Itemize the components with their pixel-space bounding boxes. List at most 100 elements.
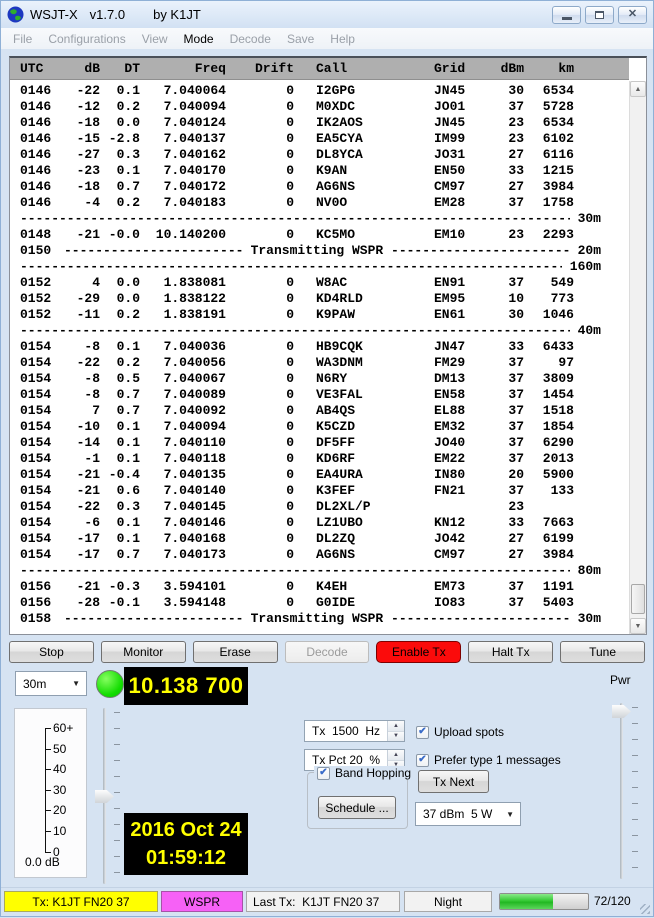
maximize-button[interactable] bbox=[585, 6, 614, 24]
decode-row[interactable]: 0146-120.27.0400940M0XDCJO01375728 bbox=[10, 99, 629, 115]
statusbar: Tx: K1JT FN20 37 WSPR Last Tx: K1JT FN20… bbox=[1, 887, 653, 918]
monitor-button[interactable]: Monitor bbox=[101, 641, 186, 663]
power-select-value: 37 dBm 5 W bbox=[423, 807, 492, 821]
mode-panel: WSPR bbox=[161, 891, 243, 912]
band-hopping-checkbox[interactable]: Band Hopping bbox=[314, 766, 414, 780]
time-display: 01:59:12 bbox=[146, 844, 226, 872]
band-hopping-label: Band Hopping bbox=[335, 766, 411, 780]
spin-up-icon[interactable]: ▲ bbox=[388, 750, 404, 761]
header-call: Call bbox=[316, 61, 434, 76]
close-button[interactable]: ✕ bbox=[618, 6, 647, 24]
decode-row[interactable]: 0154-220.37.0401450DL2XL/P23 bbox=[10, 499, 629, 515]
decode-row[interactable]: 0154-100.17.0400940K5CZDEM32371854 bbox=[10, 419, 629, 435]
header-utc: UTC bbox=[20, 61, 64, 76]
decode-row[interactable]: 0156-21-0.33.5941010K4EHEM73371191 bbox=[10, 579, 629, 595]
resize-grip-icon[interactable] bbox=[640, 904, 650, 914]
decode-row[interactable]: 0154-80.77.0400890VE3FALEN58371454 bbox=[10, 387, 629, 403]
halt-tx-button[interactable]: Halt Tx bbox=[468, 641, 553, 663]
spin-up-icon[interactable]: ▲ bbox=[388, 721, 404, 732]
decode-row[interactable]: 0154-140.17.0401100DF5FFJO40376290 bbox=[10, 435, 629, 451]
band-separator-row: ----------------------------------------… bbox=[10, 563, 629, 579]
last-tx-panel: Last Tx: K1JT FN20 37 bbox=[246, 891, 400, 912]
scroll-up-button[interactable]: ▲ bbox=[630, 81, 646, 97]
date-display: 2016 Oct 24 bbox=[130, 816, 241, 844]
tune-button[interactable]: Tune bbox=[560, 641, 645, 663]
wsjt-x-window: WSJT-X v1.7.0 by K1JT ✕ File Configurati… bbox=[0, 0, 654, 917]
decode-row[interactable]: 0154-170.17.0401680DL2ZQJO42276199 bbox=[10, 531, 629, 547]
menu-help: Help bbox=[322, 30, 363, 48]
prefer-type1-checkbox[interactable]: Prefer type 1 messages bbox=[416, 753, 561, 767]
decode-table: UTC dB DT Freq Drift Call Grid dBm km 01… bbox=[9, 56, 647, 635]
decode-row[interactable]: 0154-80.57.0400670N6RYDM13373809 bbox=[10, 371, 629, 387]
decode-row[interactable]: 0154-80.17.0400360HB9CQKJN47336433 bbox=[10, 339, 629, 355]
slider-thumb[interactable] bbox=[95, 790, 114, 803]
slider-track bbox=[620, 703, 623, 879]
decode-row[interactable]: 0146-180.07.0401240IK2AOSJN45236534 bbox=[10, 115, 629, 131]
menu-view: View bbox=[134, 30, 176, 48]
decode-row[interactable]: 0146-15-2.87.0401370EA5CYAIM99236102 bbox=[10, 131, 629, 147]
minimize-button[interactable] bbox=[552, 6, 581, 24]
decode-row[interactable]: 0154-210.67.0401400K3FEFFN2137133 bbox=[10, 483, 629, 499]
decode-row[interactable]: 0146-270.37.0401620DL8YCAJO31276116 bbox=[10, 147, 629, 163]
decode-row[interactable]: 0154-220.27.0400560WA3DNMFM293797 bbox=[10, 355, 629, 371]
power-select[interactable]: 37 dBm 5 W ▼ bbox=[415, 802, 521, 826]
scroll-down-button[interactable]: ▼ bbox=[630, 618, 646, 634]
decode-row[interactable]: 0146-180.77.0401720AG6NSCM97273984 bbox=[10, 179, 629, 195]
spin-down-icon[interactable]: ▼ bbox=[388, 732, 404, 742]
chevron-down-icon: ▼ bbox=[72, 679, 80, 688]
window-title: WSJT-X bbox=[30, 7, 78, 22]
maximize-icon bbox=[595, 11, 604, 19]
decode-row[interactable]: 0154-21-0.47.0401350EA4URAIN80205900 bbox=[10, 467, 629, 483]
decode-row[interactable]: 015470.77.0400920AB4QSEL88371518 bbox=[10, 403, 629, 419]
progress-fill bbox=[500, 894, 553, 909]
stop-button[interactable]: Stop bbox=[9, 641, 94, 663]
window-title-version: v1.7.0 bbox=[90, 7, 125, 22]
scroll-down-icon: ▼ bbox=[635, 623, 642, 630]
scrollbar-thumb[interactable] bbox=[631, 584, 645, 614]
pwr-slider[interactable] bbox=[609, 701, 643, 881]
tx-message-panel: Tx: K1JT FN20 37 bbox=[4, 891, 158, 912]
schedule-button[interactable]: Schedule ... bbox=[318, 796, 396, 819]
band-select[interactable]: 30m ▼ bbox=[15, 671, 87, 696]
progress-bar bbox=[499, 893, 589, 910]
menu-decode: Decode bbox=[222, 30, 279, 48]
slider-ticks bbox=[632, 707, 638, 877]
slider-ticks bbox=[114, 712, 120, 882]
tx-next-button[interactable]: Tx Next bbox=[418, 770, 489, 793]
menu-mode[interactable]: Mode bbox=[176, 30, 222, 48]
header-km: km bbox=[524, 61, 574, 76]
band-separator-row: ----------------------------------------… bbox=[10, 323, 629, 339]
frequency-display: 10.138 700 bbox=[124, 667, 248, 705]
table-scrollbar[interactable]: ▲ ▼ bbox=[629, 81, 646, 634]
decode-row[interactable]: 0156-28-0.13.5941480G0IDEIO83375403 bbox=[10, 595, 629, 611]
scroll-up-icon: ▲ bbox=[635, 86, 642, 93]
header-drift: Drift bbox=[226, 61, 294, 76]
decode-table-header: UTC dB DT Freq Drift Call Grid dBm km bbox=[10, 58, 629, 80]
band-separator-row: ----------------------------------------… bbox=[10, 211, 629, 227]
rx-gain-slider[interactable] bbox=[93, 706, 123, 886]
decode-row[interactable]: 015240.01.8380810W8ACEN9137549 bbox=[10, 275, 629, 291]
decode-row[interactable]: 0154-10.17.0401180KD6RFEM22372013 bbox=[10, 451, 629, 467]
enable-tx-button[interactable]: Enable Tx bbox=[376, 641, 461, 663]
transmit-row: 0158------------------------------------… bbox=[10, 611, 629, 627]
upload-spots-checkbox[interactable]: Upload spots bbox=[416, 725, 504, 739]
header-dt: DT bbox=[100, 61, 140, 76]
pwr-label: Pwr bbox=[610, 673, 631, 687]
rx-level-meter: 60+50403020100 0.0 dB bbox=[14, 708, 87, 878]
tx-frequency-spinbox[interactable]: Tx 1500 Hz ▲▼ bbox=[304, 720, 405, 742]
progress-label: 72/120 bbox=[594, 894, 631, 908]
slider-thumb[interactable] bbox=[612, 705, 631, 718]
decode-row[interactable]: 0154-170.77.0401730AG6NSCM97273984 bbox=[10, 547, 629, 563]
decode-row[interactable]: 0152-290.01.8381220KD4RLDEM9510773 bbox=[10, 291, 629, 307]
datetime-display: 2016 Oct 24 01:59:12 bbox=[124, 813, 248, 875]
decode-row[interactable]: 0146-230.17.0401700K9ANEN50331215 bbox=[10, 163, 629, 179]
erase-button[interactable]: Erase bbox=[193, 641, 278, 663]
menubar: File Configurations View Mode Decode Sav… bbox=[1, 28, 653, 49]
decode-row[interactable]: 0152-110.21.8381910K9PAWEN61301046 bbox=[10, 307, 629, 323]
decode-row[interactable]: 0146-40.27.0401830NV0OEM28371758 bbox=[10, 195, 629, 211]
band-select-value: 30m bbox=[23, 677, 46, 691]
decode-row[interactable]: 0146-220.17.0400640I2GPGJN45306534 bbox=[10, 83, 629, 99]
decode-rows: 0146-220.17.0400640I2GPGJN453065340146-1… bbox=[10, 81, 629, 634]
decode-row[interactable]: 0148-21-0.010.1402000KC5MOEM10232293 bbox=[10, 227, 629, 243]
decode-row[interactable]: 0154-60.17.0401460LZ1UBOKN12337663 bbox=[10, 515, 629, 531]
